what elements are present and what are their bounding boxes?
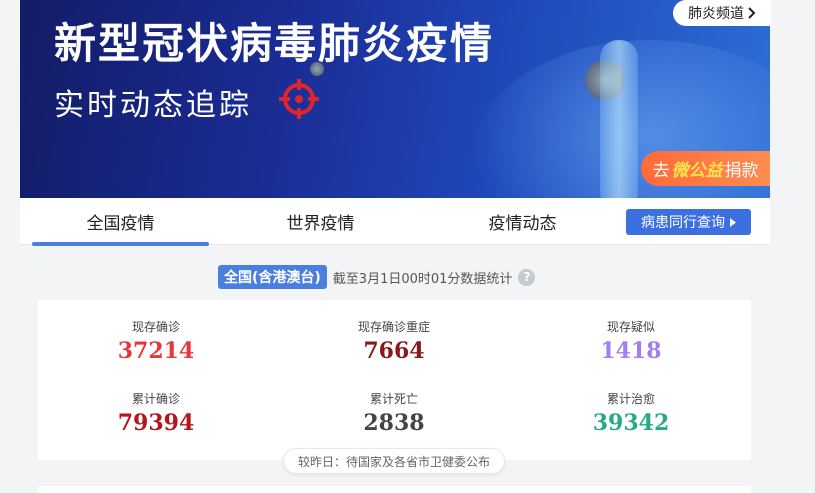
stat-current-severe: 现存确诊重症 7664 xyxy=(294,318,494,364)
stat-label: 累计确诊 xyxy=(131,392,180,406)
stat-value: 7664 xyxy=(363,338,425,364)
active-tab-indicator xyxy=(32,242,209,246)
stat-label: 累计治愈 xyxy=(606,392,655,406)
stat-value: 2838 xyxy=(363,410,425,436)
as-of-timestamp: 截至3月1日00时01分数据统计 xyxy=(332,271,513,287)
virus-illustration-small xyxy=(310,62,324,76)
tab-label: 疫情动态 xyxy=(488,214,557,234)
next-section-card xyxy=(38,486,751,493)
stats-header: 全国(含港澳台) 截至3月1日00时01分数据统计 ? xyxy=(218,265,536,289)
target-crosshair-icon xyxy=(279,79,319,119)
stat-current-confirmed: 现存确诊 37214 xyxy=(56,318,256,364)
weibo-charity-label: 微公益 xyxy=(671,161,723,181)
channel-link-label: 肺炎频道 xyxy=(688,6,744,22)
stat-label: 累计死亡 xyxy=(369,392,418,406)
page: 新型冠状病毒肺炎疫情 实时动态追踪 肺炎频道 去 微公益 捐款 全国疫情 世界疫… xyxy=(0,0,815,493)
stat-total-deaths: 累计死亡 2838 xyxy=(294,390,494,436)
stat-current-suspected: 现存疑似 1418 xyxy=(531,318,731,364)
daily-change-note: 较昨日：待国家及各省市卫健委公布 xyxy=(283,448,505,474)
chevron-right-icon xyxy=(748,7,756,19)
donate-button[interactable]: 去 微公益 捐款 xyxy=(641,151,770,186)
stat-value: 39342 xyxy=(592,410,670,436)
tab-bar: 全国疫情 世界疫情 疫情动态 病患同行查询 xyxy=(20,198,770,246)
tab-national[interactable]: 全国疫情 xyxy=(32,198,209,245)
banner-title: 新型冠状病毒肺炎疫情 xyxy=(54,19,495,68)
donate-suffix: 捐款 xyxy=(724,161,759,181)
tab-label: 全国疫情 xyxy=(86,214,155,234)
tab-world[interactable]: 世界疫情 xyxy=(232,198,409,245)
fellow-passenger-query-button[interactable]: 病患同行查询 xyxy=(626,209,751,235)
stat-label: 现存确诊重症 xyxy=(357,320,430,334)
tab-label: 世界疫情 xyxy=(286,214,355,234)
question-icon[interactable]: ? xyxy=(518,268,536,286)
stat-value: 1418 xyxy=(600,338,662,364)
stat-label: 现存疑似 xyxy=(606,320,655,334)
virus-illustration xyxy=(585,60,625,100)
donate-prefix: 去 xyxy=(652,161,670,181)
stats-card: 现存确诊 37214 现存确诊重症 7664 现存疑似 1418 累计确诊 79… xyxy=(38,300,751,460)
stat-value: 79394 xyxy=(117,410,195,436)
stat-value: 37214 xyxy=(117,338,195,364)
stat-total-confirmed: 累计确诊 79394 xyxy=(56,390,256,436)
tab-news[interactable]: 疫情动态 xyxy=(434,198,611,245)
pneumonia-channel-link[interactable]: 肺炎频道 xyxy=(673,0,771,26)
stat-label: 现存确诊 xyxy=(131,320,180,334)
region-badge: 全国(含港澳台) xyxy=(218,265,327,289)
query-button-label: 病患同行查询 xyxy=(641,215,725,231)
banner-subtitle: 实时动态追踪 xyxy=(54,88,252,123)
stat-total-cured: 累计治愈 39342 xyxy=(531,390,731,436)
caret-right-icon xyxy=(730,217,736,227)
